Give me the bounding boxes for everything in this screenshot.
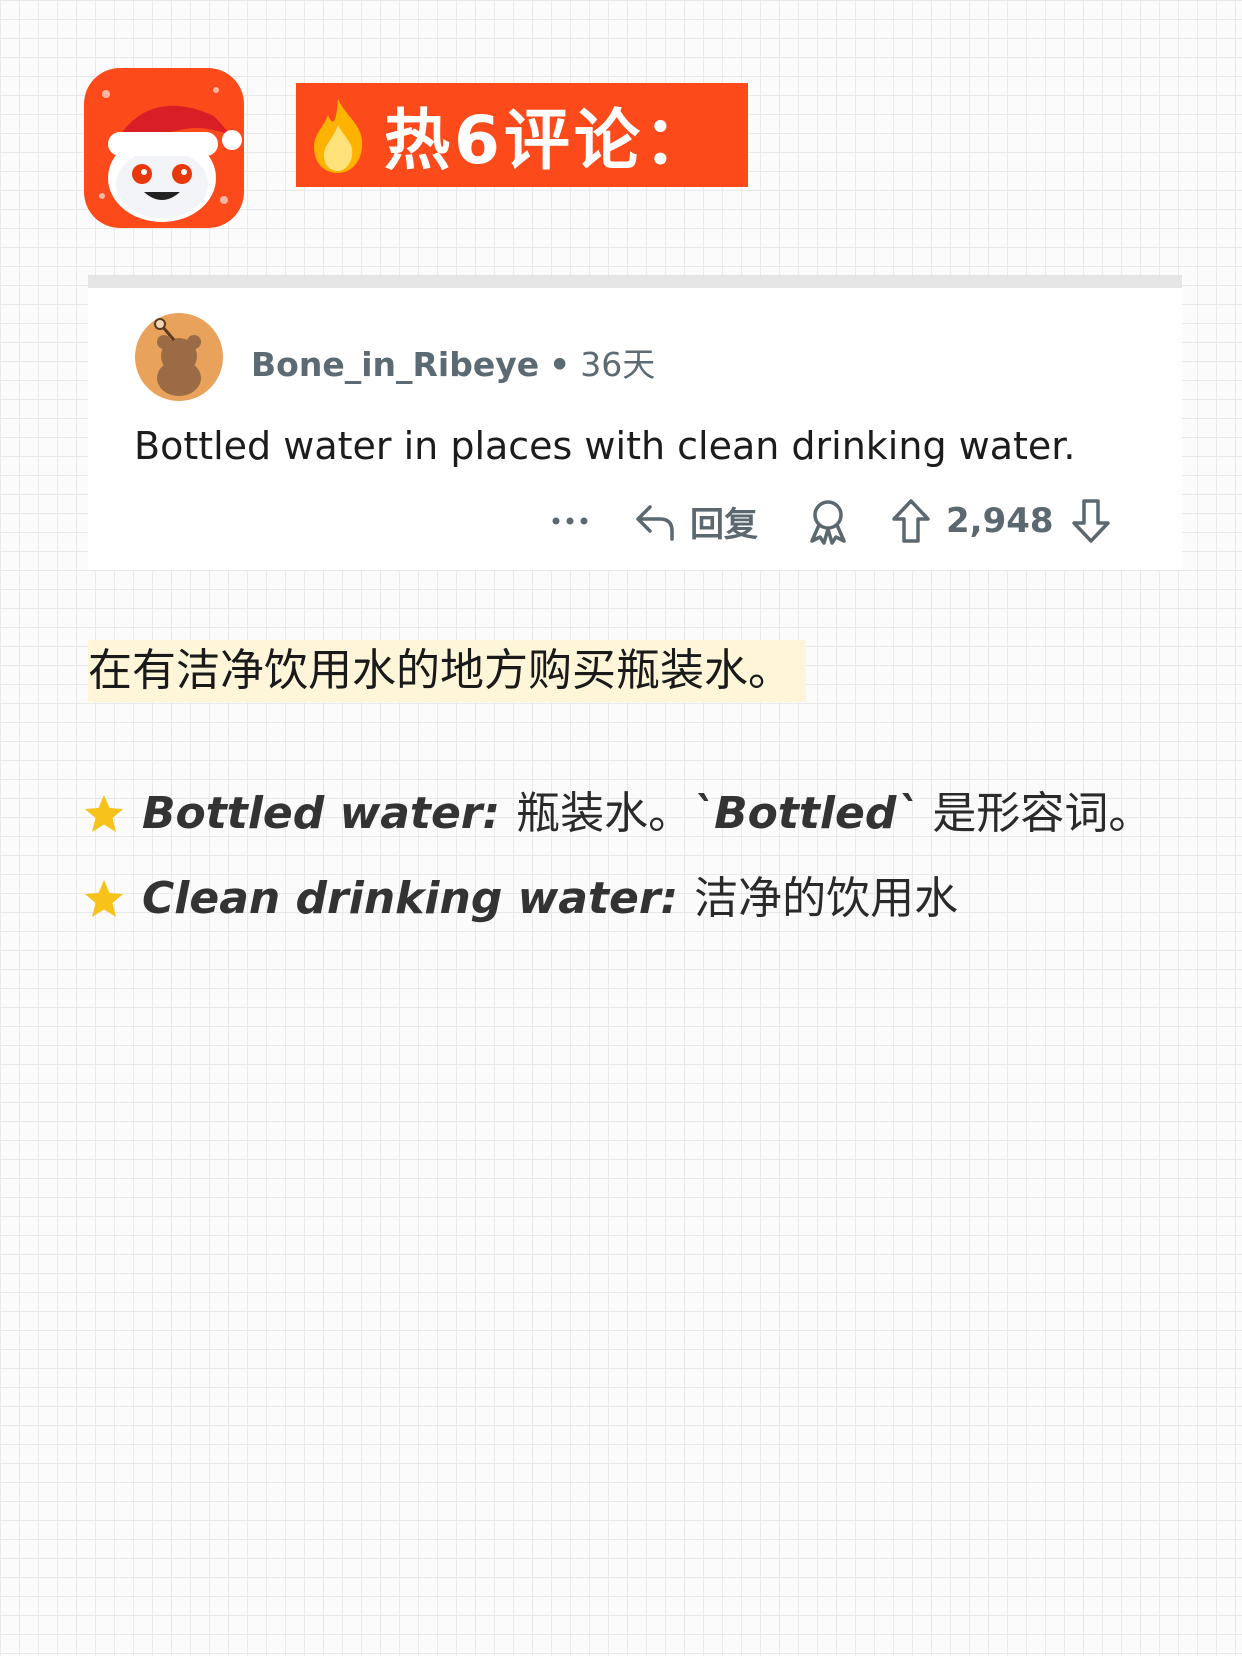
vote-score: 2,948 — [946, 501, 1054, 541]
vocab-definition-suffix: 是形容词。 — [918, 788, 1153, 839]
title-banner: 热6评论： — [296, 83, 748, 187]
award-button[interactable] — [806, 497, 890, 545]
reply-arrow-icon — [636, 505, 674, 541]
vocab-code-term: `Bottled` — [692, 788, 919, 839]
card-top-divider — [88, 275, 1182, 288]
vocab-definition: 瓶装水。`Bottled` 是形容词。 — [516, 786, 1152, 842]
downvote-arrow-icon — [1071, 499, 1110, 543]
star-icon — [85, 795, 123, 832]
more-dots-icon — [552, 517, 588, 525]
comment-actions: 回复 2,948 — [550, 494, 1112, 548]
vocab-definition: 洁净的饮用水 — [694, 873, 959, 924]
upvote-arrow-icon — [892, 499, 930, 543]
reply-button[interactable]: 回复 — [634, 497, 806, 546]
comment-body: Bottled water in places with clean drink… — [134, 424, 1076, 468]
downvote-button[interactable] — [1070, 497, 1112, 545]
vocab-term: Clean drinking water: — [142, 873, 679, 924]
more-options-button[interactable] — [550, 511, 634, 531]
award-icon — [810, 500, 846, 545]
fire-icon — [314, 99, 363, 173]
avatar[interactable] — [134, 312, 224, 402]
reply-label[interactable]: 回复 — [690, 497, 758, 546]
translation-text: 在有洁净饮用水的地方购买瓶装水。 — [88, 640, 806, 702]
vocab-term: Bottled water: — [142, 788, 501, 839]
vocab-item-1: Bottled water: 瓶装水。`Bottled` 是形容词。 — [82, 786, 1152, 842]
vocab-item-2: Clean drinking water: 洁净的饮用水 — [82, 871, 958, 927]
upvote-button[interactable] — [890, 497, 946, 545]
comment-card: Bone_in_Ribeye • 36天 Bottled water in plac… — [88, 288, 1182, 570]
comment-age: 36天 — [580, 345, 656, 384]
comment-meta: Bone_in_Ribeye • 36天 — [251, 338, 655, 386]
vocab-definition-prefix: 瓶装水。 — [516, 788, 693, 839]
star-icon — [85, 880, 123, 917]
snoo-santa-icon — [99, 87, 242, 222]
reddit-app-icon — [84, 68, 244, 228]
page-title: 热6评论： — [384, 102, 714, 179]
username-link[interactable]: Bone_in_Ribeye — [251, 345, 539, 384]
meta-separator: • — [549, 345, 571, 384]
